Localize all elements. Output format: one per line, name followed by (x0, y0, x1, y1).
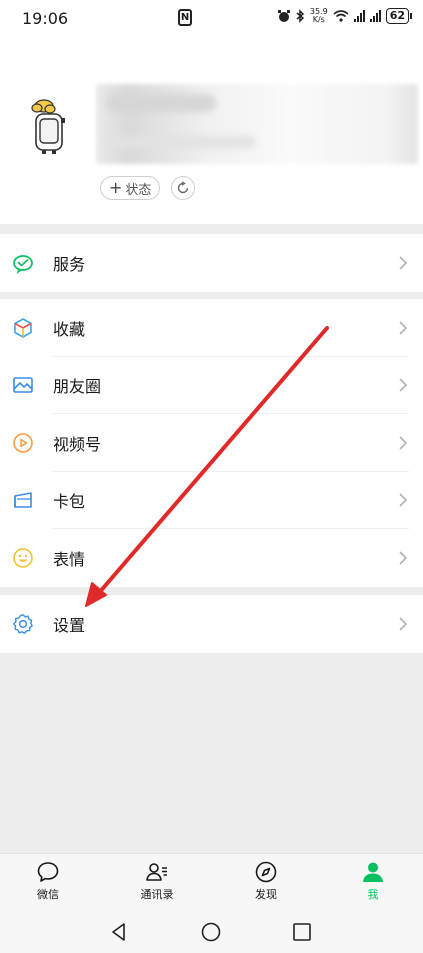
status-indicators: 35.9 K/s 62 (277, 8, 413, 24)
menu-label-moments: 朋友圈 (53, 377, 102, 397)
refresh-status-button[interactable] (171, 176, 195, 200)
moments-image-icon (12, 374, 34, 396)
favorites-cube-icon (12, 317, 34, 339)
compass-icon (255, 861, 277, 883)
chevron-right-icon (399, 436, 408, 450)
channels-play-icon (12, 432, 34, 454)
menu-item-settings[interactable]: 设置 (0, 595, 423, 653)
chevron-right-icon (399, 378, 408, 392)
system-navigation-bar (0, 911, 423, 953)
status-bar: 19:06 N 35.9 K/s 62 (0, 0, 423, 36)
tab-label-me: 我 (367, 888, 379, 901)
chevron-right-icon (399, 256, 408, 270)
network-speed: 35.9 K/s (310, 8, 328, 24)
tab-label-discover: 发现 (255, 888, 277, 901)
avatar[interactable] (26, 96, 76, 156)
menu-item-moments[interactable]: 朋友圈 (0, 357, 423, 414)
contacts-icon (146, 863, 167, 881)
services-group: 服务 (0, 234, 423, 292)
signal-strength-icon (353, 10, 365, 22)
refresh-icon (177, 181, 189, 194)
wechat-pay-icon (12, 252, 34, 274)
back-icon[interactable] (108, 921, 130, 943)
settings-group: 设置 (0, 595, 423, 653)
tab-contacts[interactable]: 通讯录 (127, 858, 187, 908)
chevron-right-icon (399, 617, 408, 631)
features-group: 收藏 朋友圈 视频号 卡包 表情 (0, 299, 423, 587)
status-button-label: 状态 (125, 182, 152, 198)
menu-label-settings: 设置 (53, 615, 86, 635)
menu-label-channels: 视频号 (53, 434, 102, 454)
wifi-icon (333, 10, 349, 22)
menu-item-stickers[interactable]: 表情 (0, 529, 423, 587)
tab-label-contacts: 通讯录 (140, 888, 174, 901)
menu-label-stickers: 表情 (53, 549, 86, 569)
tab-chats[interactable]: 微信 (18, 858, 78, 908)
smiley-icon (12, 547, 34, 569)
menu-item-cards[interactable]: 卡包 (0, 472, 423, 529)
add-status-button[interactable]: + 状态 (100, 176, 161, 200)
chevron-right-icon (399, 493, 408, 507)
recents-icon[interactable] (291, 921, 313, 943)
menu-label-cards: 卡包 (53, 492, 86, 512)
menu-item-channels[interactable]: 视频号 (0, 414, 423, 472)
blurred-profile-name (96, 84, 418, 164)
tab-me[interactable]: 我 (343, 858, 403, 908)
tab-discover[interactable]: 发现 (236, 858, 296, 908)
card-wallet-icon (12, 489, 34, 511)
status-time: 19:06 (22, 8, 69, 28)
chevron-right-icon (399, 551, 408, 565)
nfc-icon: N (178, 9, 192, 26)
person-icon (363, 862, 383, 882)
home-icon[interactable] (200, 921, 222, 943)
menu-label-favorites: 收藏 (53, 319, 86, 339)
menu-label-services: 服务 (53, 254, 86, 274)
signal-strength-icon-2 (369, 10, 381, 22)
network-speed-unit: K/s (312, 15, 325, 24)
chat-bubble-icon (37, 862, 59, 882)
alarm-icon (277, 10, 290, 22)
bluetooth-icon (296, 9, 304, 23)
gear-icon (12, 613, 34, 635)
menu-item-services[interactable]: 服务 (0, 234, 423, 292)
menu-item-favorites[interactable]: 收藏 (0, 299, 423, 357)
bottom-tab-bar: 微信 通讯录 发现 我 (0, 853, 423, 911)
chevron-right-icon (399, 321, 408, 335)
plus-icon: + (109, 178, 123, 197)
battery-indicator: 62 (385, 8, 413, 24)
profile-header[interactable]: + 状态 (0, 36, 423, 224)
tab-label-chats: 微信 (37, 888, 59, 901)
